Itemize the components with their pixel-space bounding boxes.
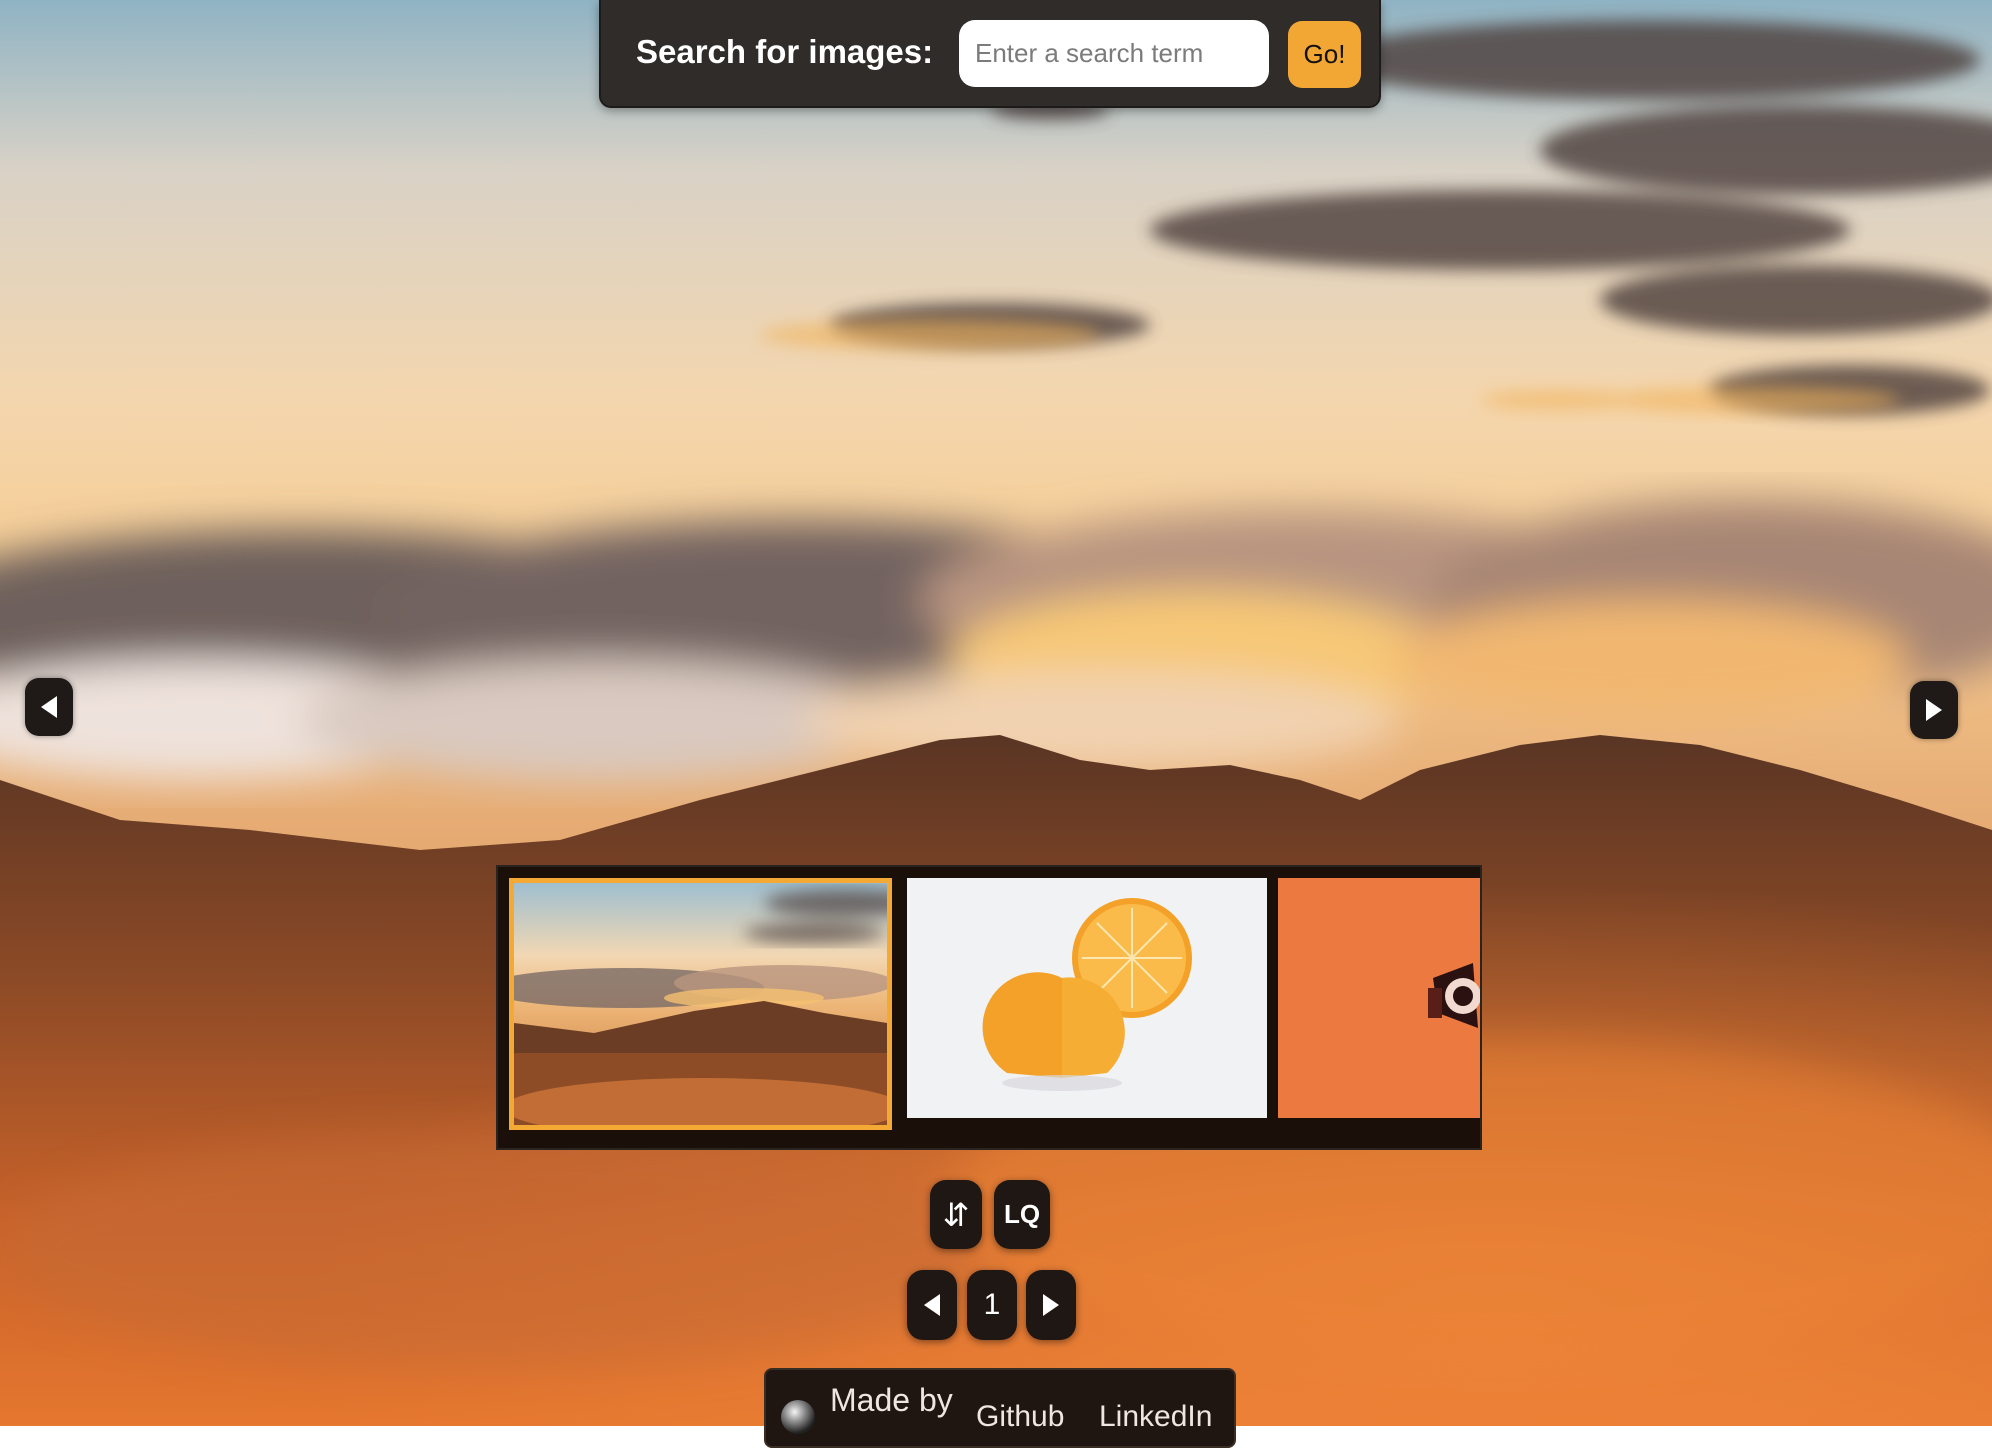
previous-image-button[interactable] — [25, 678, 73, 736]
thumbnail-mountain-sunset[interactable] — [509, 878, 892, 1130]
next-page-button[interactable] — [1026, 1270, 1076, 1340]
triangle-left-icon — [41, 696, 57, 718]
quality-toggle-button[interactable]: LQ — [994, 1180, 1050, 1249]
page-number: 1 — [967, 1270, 1017, 1340]
sort-arrows-icon: ⇵ — [942, 1196, 970, 1233]
thumbnail-image — [1278, 878, 1480, 1118]
previous-page-button[interactable] — [907, 1270, 957, 1340]
thumbnail-image — [514, 883, 887, 1125]
next-image-button[interactable] — [1910, 681, 1958, 739]
go-button[interactable]: Go! — [1288, 21, 1361, 88]
page-number-label: 1 — [983, 1288, 1001, 1321]
github-link[interactable]: Github — [976, 1400, 1064, 1434]
linkedin-link[interactable]: LinkedIn — [1099, 1400, 1212, 1434]
sort-toggle-button[interactable]: ⇵ — [930, 1180, 982, 1249]
search-label: Search for images: — [636, 33, 934, 70]
footer: Made by Github LinkedIn — [764, 1368, 1236, 1448]
triangle-right-icon — [1926, 699, 1942, 721]
search-bar: Search for images: Go! — [599, 0, 1381, 108]
triangle-left-icon — [924, 1294, 940, 1316]
search-input[interactable] — [959, 20, 1269, 87]
thumbnail-image — [907, 878, 1267, 1118]
thumbnail-megaphone[interactable] — [1278, 878, 1480, 1118]
quality-label: LQ — [1003, 1199, 1041, 1229]
thumbnail-orange-slices[interactable] — [907, 878, 1267, 1118]
made-by-label: Made by — [830, 1382, 953, 1418]
triangle-right-icon — [1043, 1294, 1059, 1316]
thumbnail-strip — [496, 865, 1482, 1150]
avatar — [781, 1400, 815, 1434]
